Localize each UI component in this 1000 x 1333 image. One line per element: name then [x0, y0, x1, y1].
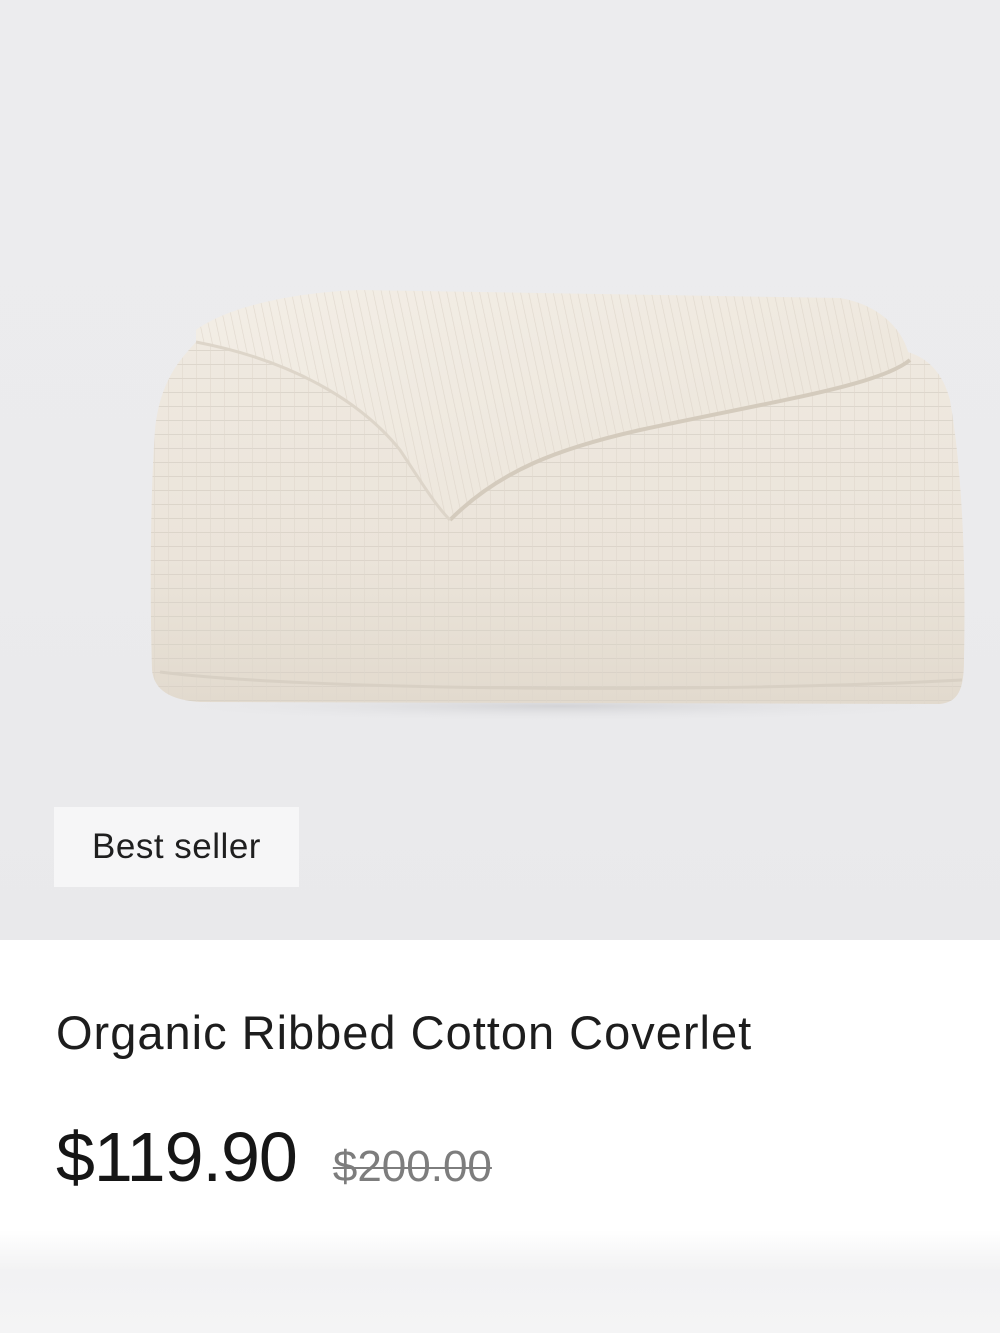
- product-card[interactable]: Best seller Organic Ribbed Cotton Coverl…: [0, 0, 1000, 1333]
- price-row: $119.90 $200.00: [56, 1117, 492, 1197]
- sale-price: $119.90: [56, 1118, 298, 1196]
- next-card-edge: [0, 1230, 1000, 1333]
- product-title[interactable]: Organic Ribbed Cotton Coverlet: [56, 1005, 752, 1060]
- coverlet-illustration: [130, 290, 990, 722]
- product-image[interactable]: Best seller: [0, 0, 1000, 940]
- original-price: $200.00: [332, 1142, 492, 1191]
- badge-label: Best seller: [92, 827, 261, 866]
- best-seller-badge: Best seller: [54, 807, 299, 887]
